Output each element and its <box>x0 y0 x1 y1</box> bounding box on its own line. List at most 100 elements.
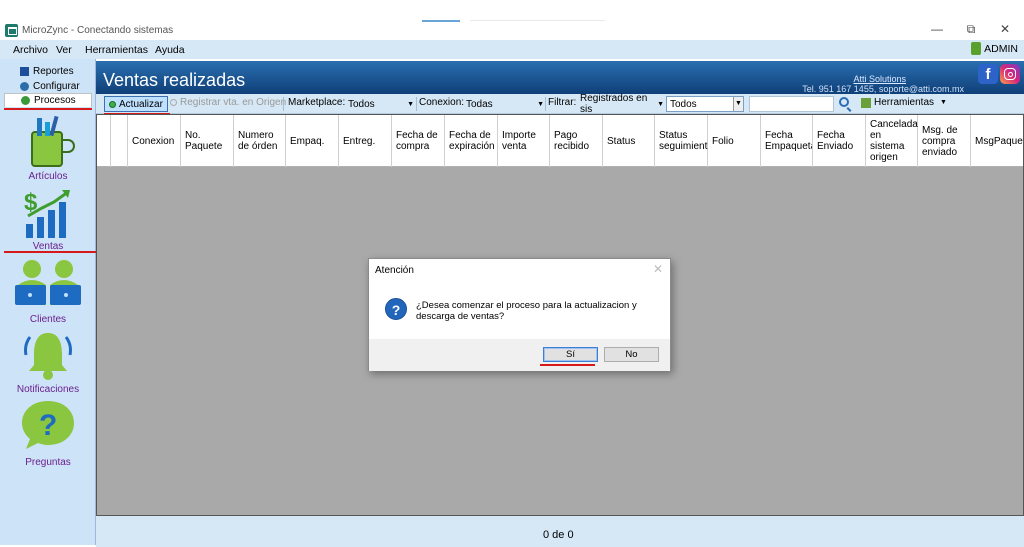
module-notificaciones[interactable]: Notificaciones <box>0 327 96 399</box>
select-value: Todos <box>348 98 375 110</box>
menu-ayuda[interactable]: Ayuda <box>155 44 185 56</box>
menu-ver[interactable]: Ver <box>56 44 72 56</box>
module-clientes[interactable]: Clientes <box>0 257 96 327</box>
column-header[interactable]: MsgPaquet <box>971 115 1023 167</box>
title-decoration <box>422 20 460 22</box>
marketplace-label: Marketplace: <box>288 97 346 108</box>
sidebar-tab-label: Procesos <box>34 95 76 106</box>
refresh-icon <box>109 100 116 108</box>
filtrar-label: Filtrar: <box>548 97 577 108</box>
grid-header: Conexion No. Paquete Numero de órden Emp… <box>97 115 1023 167</box>
select-value: Todas <box>466 98 493 110</box>
chevron-down-icon: ▼ <box>407 100 414 108</box>
window-title: MicroZync - Conectando sistemas <box>22 25 174 36</box>
yes-button[interactable]: Sí <box>543 347 598 362</box>
module-articulos[interactable]: Artículos <box>0 114 96 184</box>
company-link[interactable]: Atti Solutions <box>853 74 906 84</box>
toolbar-separator <box>283 97 284 111</box>
column-header[interactable]: Numero de órden <box>234 115 286 167</box>
ventas-underline <box>4 251 100 253</box>
chevron-down-icon: ▼ <box>940 99 947 106</box>
process-icon <box>21 96 30 105</box>
column-header[interactable]: Fecha de expiración <box>445 115 498 167</box>
status-bar: 0 de 0 <box>96 516 1024 547</box>
conexion-select[interactable]: Todas ▼ <box>464 97 544 111</box>
clients-icon <box>15 260 81 305</box>
gear-icon <box>20 81 29 91</box>
yes-underline <box>540 364 595 366</box>
instagram-icon[interactable] <box>1000 64 1020 84</box>
column-header[interactable]: Conexion <box>128 115 181 167</box>
minimize-button[interactable]: — <box>922 22 952 36</box>
restore-button[interactable]: ⧉ <box>956 22 986 37</box>
no-button[interactable]: No <box>604 347 659 362</box>
module-preguntas[interactable]: ? Preguntas <box>0 397 96 469</box>
module-label: Preguntas <box>25 457 71 468</box>
search-input[interactable] <box>749 96 834 112</box>
menu-herramientas[interactable]: Herramientas <box>85 44 148 56</box>
menu-archivo[interactable]: Archivo <box>13 44 48 56</box>
sales-chart-icon: $ <box>24 189 70 238</box>
menu-bar: Archivo Ver Herramientas Ayuda ADMIN <box>0 40 1024 59</box>
column-header[interactable]: Entreg. <box>339 115 392 167</box>
page-header: Ventas realizadas Atti Solutions Tel. 95… <box>96 61 1024 94</box>
column-header[interactable]: Folio <box>708 115 761 167</box>
registrar-button[interactable]: Registrar vta. en Origen <box>170 97 286 108</box>
module-label: Artículos <box>28 171 68 182</box>
question-bubble-icon: ? <box>22 401 74 449</box>
facebook-icon[interactable]: f <box>978 64 998 84</box>
sidebar-tab-reportes[interactable]: Reportes <box>4 64 92 78</box>
column-header[interactable]: Cancelada en sistema origen <box>866 115 918 167</box>
sidebar-tab-label: Configurar <box>33 80 80 92</box>
button-label: Actualizar <box>119 98 163 110</box>
select-value: Registrados en sis <box>580 93 648 115</box>
row-header-cell <box>97 115 111 167</box>
module-label: Clientes <box>29 314 67 325</box>
column-header[interactable]: Status seguimient <box>655 115 708 167</box>
dialog-message: ¿Desea comenzar el proceso para la actua… <box>416 300 637 322</box>
filtrar-sub-select[interactable]: Todos ▼ <box>666 96 744 112</box>
filtrar-select[interactable]: Registrados en sis ▼ <box>578 93 664 115</box>
column-header[interactable]: Fecha Enviado <box>813 115 866 167</box>
herramientas-button[interactable]: Herramientas ▼ <box>861 97 947 108</box>
column-header[interactable]: Fecha de compra <box>392 115 445 167</box>
button-label: Registrar vta. en Origen <box>180 97 287 108</box>
sidebar: Reportes Configurar Procesos Artículos $ <box>0 59 100 545</box>
toolbar-separator <box>545 97 546 111</box>
module-label: Notificaciones <box>16 384 80 395</box>
toolbar: Actualizar Registrar vta. en Origen Mark… <box>96 93 1024 115</box>
actualizar-button[interactable]: Actualizar <box>104 96 168 112</box>
user-badge[interactable]: ADMIN <box>971 42 1018 55</box>
tools-icon <box>861 97 871 108</box>
search-icon[interactable] <box>839 97 849 107</box>
user-icon <box>971 42 982 55</box>
sidebar-tab-configurar[interactable]: Configurar <box>4 79 92 93</box>
column-header[interactable]: Pago recibido <box>550 115 603 167</box>
column-header[interactable]: Fecha Empaqueta <box>761 115 813 167</box>
select-value: Todos <box>670 98 697 110</box>
column-header[interactable]: Importe venta <box>498 115 550 167</box>
title-bar: MicroZync - Conectando sistemas — ⧉ ✕ <box>0 0 1024 40</box>
close-button[interactable]: ✕ <box>990 22 1020 36</box>
module-ventas[interactable]: $ Ventas <box>0 186 96 252</box>
chevron-down-icon: ▼ <box>657 100 664 108</box>
page-title: Ventas realizadas <box>103 70 246 90</box>
contact-info: Tel. 951 167 1455, soporte@atti.com.mx <box>802 84 964 94</box>
register-icon <box>170 99 177 106</box>
question-icon: ? <box>385 298 407 320</box>
svg-text:?: ? <box>39 409 57 442</box>
toolbar-separator <box>416 97 417 111</box>
conexion-label: Conexion: <box>419 97 465 108</box>
sidebar-tab-label: Reportes <box>33 65 74 77</box>
sidebar-tab-procesos[interactable]: Procesos <box>4 93 92 107</box>
column-header[interactable]: Empaq. <box>286 115 339 167</box>
select-column <box>111 115 128 167</box>
column-header[interactable]: Msg. de compra enviado <box>918 115 971 167</box>
chevron-down-icon: ▼ <box>733 97 743 111</box>
marketplace-select[interactable]: Todos ▼ <box>346 97 414 111</box>
close-icon[interactable]: ✕ <box>653 262 663 276</box>
column-header[interactable]: No. Paquete <box>181 115 234 167</box>
column-header[interactable]: Status <box>603 115 655 167</box>
pencil-cup-icon <box>31 115 75 167</box>
title-decoration-line <box>470 20 605 21</box>
